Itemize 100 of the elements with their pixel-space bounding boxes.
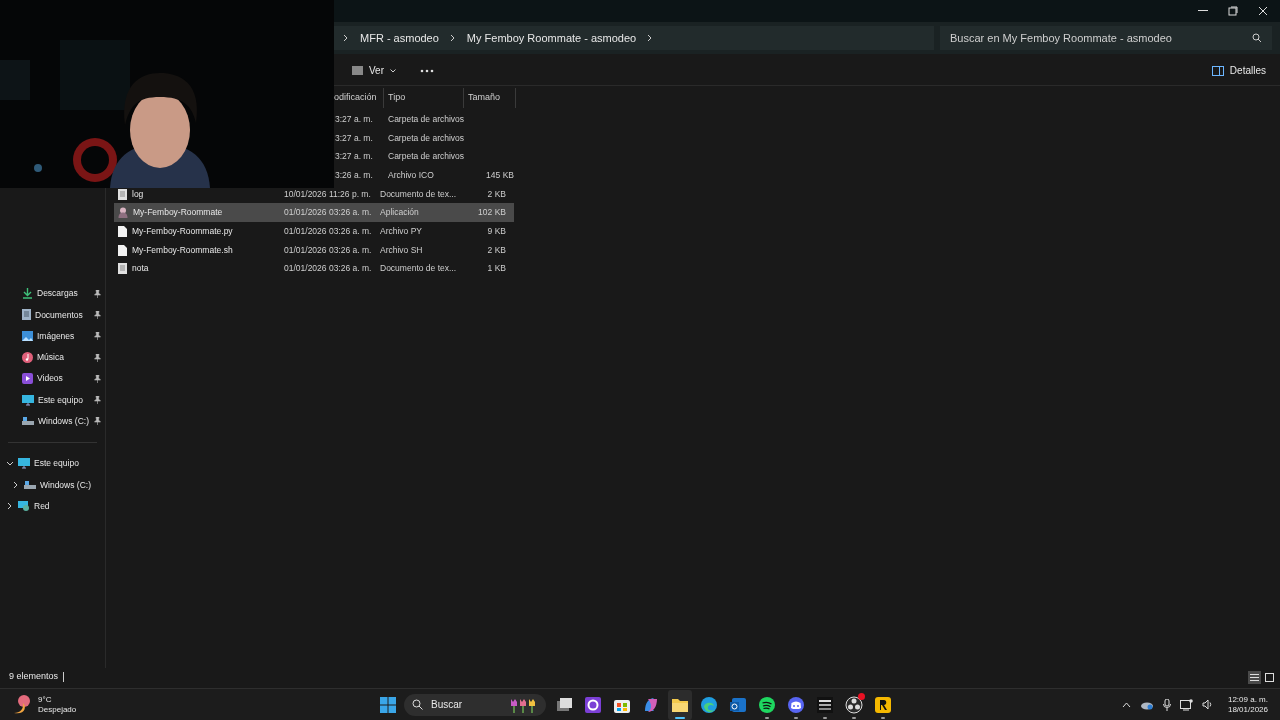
windows-icon — [555, 695, 573, 714]
music-icon — [22, 352, 33, 364]
file-size: 2 KB — [487, 244, 506, 255]
running-indicator — [852, 716, 856, 719]
file-size: 145 KB — [486, 170, 514, 181]
item-count: 9 elementos — [9, 670, 59, 684]
file-name: log — [132, 187, 144, 201]
network-icon — [18, 500, 30, 512]
taskbar-button[interactable] — [668, 689, 692, 720]
details-view-button[interactable] — [1248, 670, 1261, 684]
sidebar-item[interactable]: Este equipo — [0, 389, 105, 411]
start-icon[interactable] — [380, 696, 396, 713]
file-size: 9 KB — [487, 226, 506, 237]
microphone-icon[interactable] — [1162, 698, 1171, 711]
file-row[interactable]: 3:27 a. m. Carpeta de archivos — [334, 110, 514, 129]
running-indicator — [823, 716, 827, 719]
minimize-icon[interactable] — [1198, 10, 1208, 12]
sparkle-icon — [642, 695, 660, 714]
sidebar-item[interactable]: Windows (C:) — [0, 410, 105, 433]
clock-date[interactable]: 18/01/2026 — [1227, 704, 1268, 715]
panel-icon — [1211, 65, 1224, 76]
controller-icon — [787, 695, 805, 714]
file-row[interactable]: My-Femboy-Roommate.py 01/01/2026 03:26 a. m. Archivo PY 9 KB — [114, 222, 514, 241]
file-row[interactable]: My-Femboy-Roommate 01/01/2026 03:26 a. m. Aplicación 102 KB — [114, 203, 514, 223]
speaker-icon[interactable] — [1201, 699, 1213, 710]
file-size: 102 KB — [478, 207, 506, 218]
drive-icon — [22, 416, 34, 427]
view-icon — [352, 66, 363, 75]
taskbar-search-field[interactable]: Buscar — [404, 693, 546, 716]
modified-date: 3:27 a. m. — [335, 112, 374, 126]
chevron-right-icon — [448, 34, 457, 42]
swirl-icon — [700, 695, 718, 714]
modified-date: 3:26 a. m. — [335, 169, 374, 182]
running-indicator — [881, 716, 885, 719]
game-cover-icon — [816, 695, 834, 714]
sidebar-item[interactable]: Documentos — [0, 304, 105, 326]
tiles-view-button[interactable] — [1263, 670, 1276, 684]
file-type: Carpeta de archivos — [388, 112, 466, 126]
drive-icon — [24, 480, 36, 490]
person-icon — [118, 207, 128, 219]
file-size: 1 KB — [487, 263, 506, 274]
file-type: Aplicación — [380, 206, 420, 220]
running-indicator — [765, 716, 769, 719]
file-row[interactable]: log 10/01/2026 11:26 p. m. Documento de tex... 2 KB — [114, 184, 514, 204]
search-icon — [1252, 33, 1262, 43]
tree-item[interactable]: Windows (C:) — [0, 474, 105, 496]
file-row[interactable]: My-Femboy-Roommate.sh 01/01/2026 03:26 a. m. Archivo SH 2 KB — [114, 240, 514, 260]
caret-icon — [390, 68, 396, 73]
running-indicator — [794, 716, 798, 719]
weather-condition: Despejado — [38, 704, 77, 715]
file-icon — [118, 244, 127, 256]
tree-item[interactable]: Este equipo — [0, 453, 105, 475]
sidebar-item[interactable]: Descargas — [0, 283, 105, 305]
search-field[interactable]: Buscar en My Femboy Roommate - asmodeo — [940, 26, 1272, 50]
file-row[interactable]: 3:27 a. m. Carpeta de archivos — [334, 128, 514, 148]
aperture-icon — [845, 695, 863, 714]
monitor-icon — [18, 458, 30, 470]
sidebar-item[interactable]: Imágenes — [0, 325, 105, 347]
breadcrumb[interactable]: My Femboy Roommate - asmodeo — [466, 29, 637, 47]
file-row[interactable]: nota 01/01/2026 03:26 a. m. Documento de tex... 1 KB — [114, 259, 514, 279]
file-type: Archivo SH — [380, 243, 424, 257]
chevron-right-icon — [342, 34, 350, 42]
text-file-icon — [118, 188, 127, 200]
file-type: Archivo ICO — [388, 169, 435, 182]
file-name: nota — [132, 262, 149, 276]
file-type: Carpeta de archivos — [388, 131, 466, 145]
file-name: My-Femboy-Roommate.py — [132, 225, 233, 238]
envelope-icon — [729, 695, 747, 714]
network-icon[interactable] — [1179, 698, 1193, 711]
tree-item[interactable]: Red — [0, 495, 105, 517]
clock-time[interactable]: 12:09 a. m. — [1227, 694, 1268, 705]
close-icon[interactable] — [1258, 6, 1268, 16]
image-icon — [22, 331, 33, 342]
file-type: Documento de tex... — [380, 187, 458, 201]
file-row[interactable]: 3:26 a. m. Archivo ICO 145 KB — [334, 166, 514, 185]
more-icon[interactable] — [420, 68, 434, 73]
column-header[interactable]: Tamaño — [464, 88, 516, 108]
sidebar-item[interactable]: Videos — [0, 368, 105, 390]
chevron-up-icon[interactable] — [1121, 701, 1131, 708]
ring-icon — [584, 695, 602, 714]
document-icon — [22, 309, 31, 321]
details-button[interactable]: Detalles — [1211, 63, 1266, 78]
list-icon — [1250, 672, 1259, 682]
monitor-icon — [22, 394, 34, 406]
file-row[interactable]: 3:27 a. m. Carpeta de archivos — [334, 147, 514, 167]
waves-icon — [758, 695, 776, 714]
search-label: Buscar — [431, 698, 464, 712]
view-button[interactable]: Ver — [350, 63, 398, 78]
temperature: 9°C — [38, 694, 53, 705]
download-icon — [22, 288, 33, 300]
restore-icon[interactable] — [1228, 6, 1238, 16]
modified-date: 3:27 a. m. — [335, 131, 374, 145]
file-type: Documento de tex... — [380, 262, 458, 276]
file-name: My-Femboy-Roommate.sh — [132, 243, 233, 257]
modified-date: 01/01/2026 03:26 a. m. — [284, 206, 373, 220]
column-header[interactable]: Tipo — [384, 88, 464, 108]
breadcrumb[interactable]: MFR - asmodeo — [360, 29, 439, 47]
file-type: Carpeta de archivos — [388, 150, 466, 164]
sidebar-item[interactable]: Música — [0, 346, 105, 369]
modified-date: 3:27 a. m. — [335, 150, 374, 164]
